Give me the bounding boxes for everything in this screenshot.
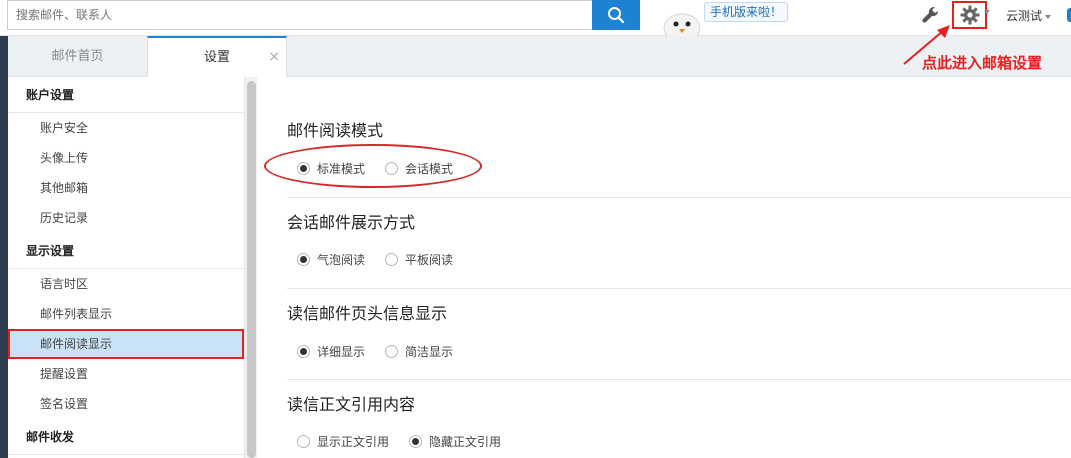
annotation-label: 点此进入邮箱设置 <box>922 54 1043 72</box>
chevron-down-icon <box>1045 14 1052 19</box>
sidebar-item-mail-reading-display[interactable]: 邮件阅读显示 <box>8 329 244 359</box>
settings-content: 邮件阅读模式 标准模式 会话模式 会话邮件展示方式 气泡阅读 平板阅读 读信邮件… <box>268 77 1071 458</box>
sidebar-item-avatar-upload[interactable]: 头像上传 <box>8 143 244 173</box>
sidebar-section-mail-send-receive: 邮件收发 <box>8 419 244 455</box>
close-icon[interactable]: × <box>268 38 280 77</box>
radio-dot-checked <box>409 435 422 448</box>
radio-dot-unchecked <box>297 435 310 448</box>
radio-bubble-reading[interactable]: 气泡阅读 <box>297 251 365 268</box>
sidebar-item-other-mailbox[interactable]: 其他邮箱 <box>8 173 244 203</box>
divider <box>287 288 1071 289</box>
sidebar-section-display: 显示设置 <box>8 233 244 269</box>
edge-indicator <box>1067 8 1071 22</box>
section-title-conversation-display: 会话邮件展示方式 <box>287 213 416 232</box>
radio-show-quote[interactable]: 显示正文引用 <box>297 433 389 450</box>
radio-tablet-reading[interactable]: 平板阅读 <box>385 251 453 268</box>
tab-mail-home[interactable]: 邮件首页 <box>8 36 147 77</box>
sidebar-item-account-security[interactable]: 账户安全 <box>8 113 244 143</box>
sidebar-section-account: 账户设置 <box>8 77 244 113</box>
radio-dot-unchecked <box>385 345 398 358</box>
highlight-ellipse <box>264 144 482 188</box>
sidebar-item-history[interactable]: 历史记录 <box>8 203 244 233</box>
sidebar-item-mail-list-display[interactable]: 邮件列表显示 <box>8 299 244 329</box>
divider <box>287 197 1071 198</box>
tab-settings[interactable]: 设置 × <box>147 36 287 78</box>
radio-hide-quote[interactable]: 隐藏正文引用 <box>409 433 501 450</box>
sidebar-scrollbar[interactable] <box>247 81 256 458</box>
mascot-icon <box>663 13 701 38</box>
sidebar-item-reminder-settings[interactable]: 提醒设置 <box>8 359 244 389</box>
section-title-reading-mode: 邮件阅读模式 <box>287 121 384 140</box>
radio-label: 简洁显示 <box>405 345 454 359</box>
radio-dot-unchecked <box>385 253 398 266</box>
radio-label: 气泡阅读 <box>317 253 366 267</box>
search-button[interactable] <box>592 0 640 30</box>
radio-dot-checked <box>297 253 310 266</box>
radio-label: 隐藏正文引用 <box>429 435 502 449</box>
search-box <box>7 0 592 30</box>
divider <box>287 379 1071 380</box>
mobile-promo-badge[interactable]: 手机版来啦！ <box>704 2 789 22</box>
settings-sidebar: 账户设置 账户安全 头像上传 其他邮箱 历史记录 显示设置 语言时区 邮件列表显… <box>8 77 245 458</box>
radio-label: 详细显示 <box>317 345 366 359</box>
radio-simple-display[interactable]: 简洁显示 <box>385 343 453 360</box>
radio-detailed-display[interactable]: 详细显示 <box>297 343 365 360</box>
radio-label: 显示正文引用 <box>317 435 390 449</box>
settings-caret-icon <box>984 10 990 14</box>
radio-label: 平板阅读 <box>405 253 454 267</box>
radio-dot-checked <box>297 345 310 358</box>
user-name: 云测试 <box>1006 9 1043 23</box>
section-title-quoted-content: 读信正文引用内容 <box>287 395 416 414</box>
sidebar-item-language-timezone[interactable]: 语言时区 <box>8 269 244 299</box>
search-input[interactable] <box>8 1 592 29</box>
tab-settings-label: 设置 <box>203 50 230 65</box>
search-icon <box>608 7 625 24</box>
left-edge-bar <box>0 36 8 458</box>
user-menu[interactable]: 云测试 <box>1006 7 1052 24</box>
section-title-header-info: 读信邮件页头信息显示 <box>287 304 448 323</box>
sidebar-item-signature-settings[interactable]: 签名设置 <box>8 389 244 419</box>
